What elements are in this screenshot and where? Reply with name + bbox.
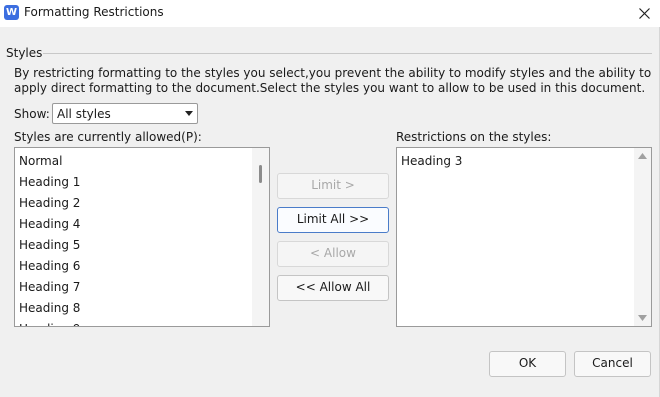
list-item[interactable]: Heading 9 [15,319,252,326]
restricted-styles-label: Restrictions on the styles: [396,130,552,144]
chevron-down-icon [185,111,193,116]
restriction-description: By restricting formatting to the styles … [14,66,652,95]
restricted-list-scrollbar[interactable] [634,148,651,326]
show-filter-dropdown[interactable]: All styles [52,103,198,124]
list-item[interactable]: Heading 8 [15,298,252,319]
cancel-button[interactable]: Cancel [574,351,651,377]
limit-all-button[interactable]: Limit All >> [277,207,389,233]
list-item[interactable]: Normal [15,151,252,172]
scroll-up-arrow-icon[interactable] [638,153,647,159]
allow-button[interactable]: < Allow [277,241,389,267]
list-item[interactable]: Heading 2 [15,193,252,214]
allowed-styles-list[interactable]: Normal Heading 1 Heading 2 Heading 4 Hea… [14,147,270,327]
show-filter-value: All styles [57,107,111,121]
restricted-styles-list[interactable]: Heading 3 [396,147,652,327]
list-item[interactable]: Heading 5 [15,235,252,256]
styles-group-label: Styles [6,46,43,60]
allow-all-button[interactable]: << Allow All [277,275,389,301]
list-item[interactable]: Heading 7 [15,277,252,298]
close-button[interactable] [630,2,658,24]
allowed-list-scrollbar[interactable] [252,148,269,326]
window-title: Formatting Restrictions [24,5,164,19]
ok-button[interactable]: OK [489,351,566,377]
group-divider [43,53,652,54]
list-item[interactable]: Heading 3 [397,151,634,172]
scroll-thumb[interactable] [259,165,262,183]
list-item[interactable]: Heading 4 [15,214,252,235]
scroll-down-arrow-icon[interactable] [638,315,647,321]
show-label: Show: [14,107,50,121]
list-item[interactable]: Heading 1 [15,172,252,193]
list-item[interactable]: Heading 6 [15,256,252,277]
close-icon [638,8,650,19]
wps-writer-icon: W [4,5,19,20]
allowed-styles-label: Styles are currently allowed(P): [14,130,202,144]
limit-button[interactable]: Limit > [277,173,389,199]
title-bar: W Formatting Restrictions [0,0,660,27]
